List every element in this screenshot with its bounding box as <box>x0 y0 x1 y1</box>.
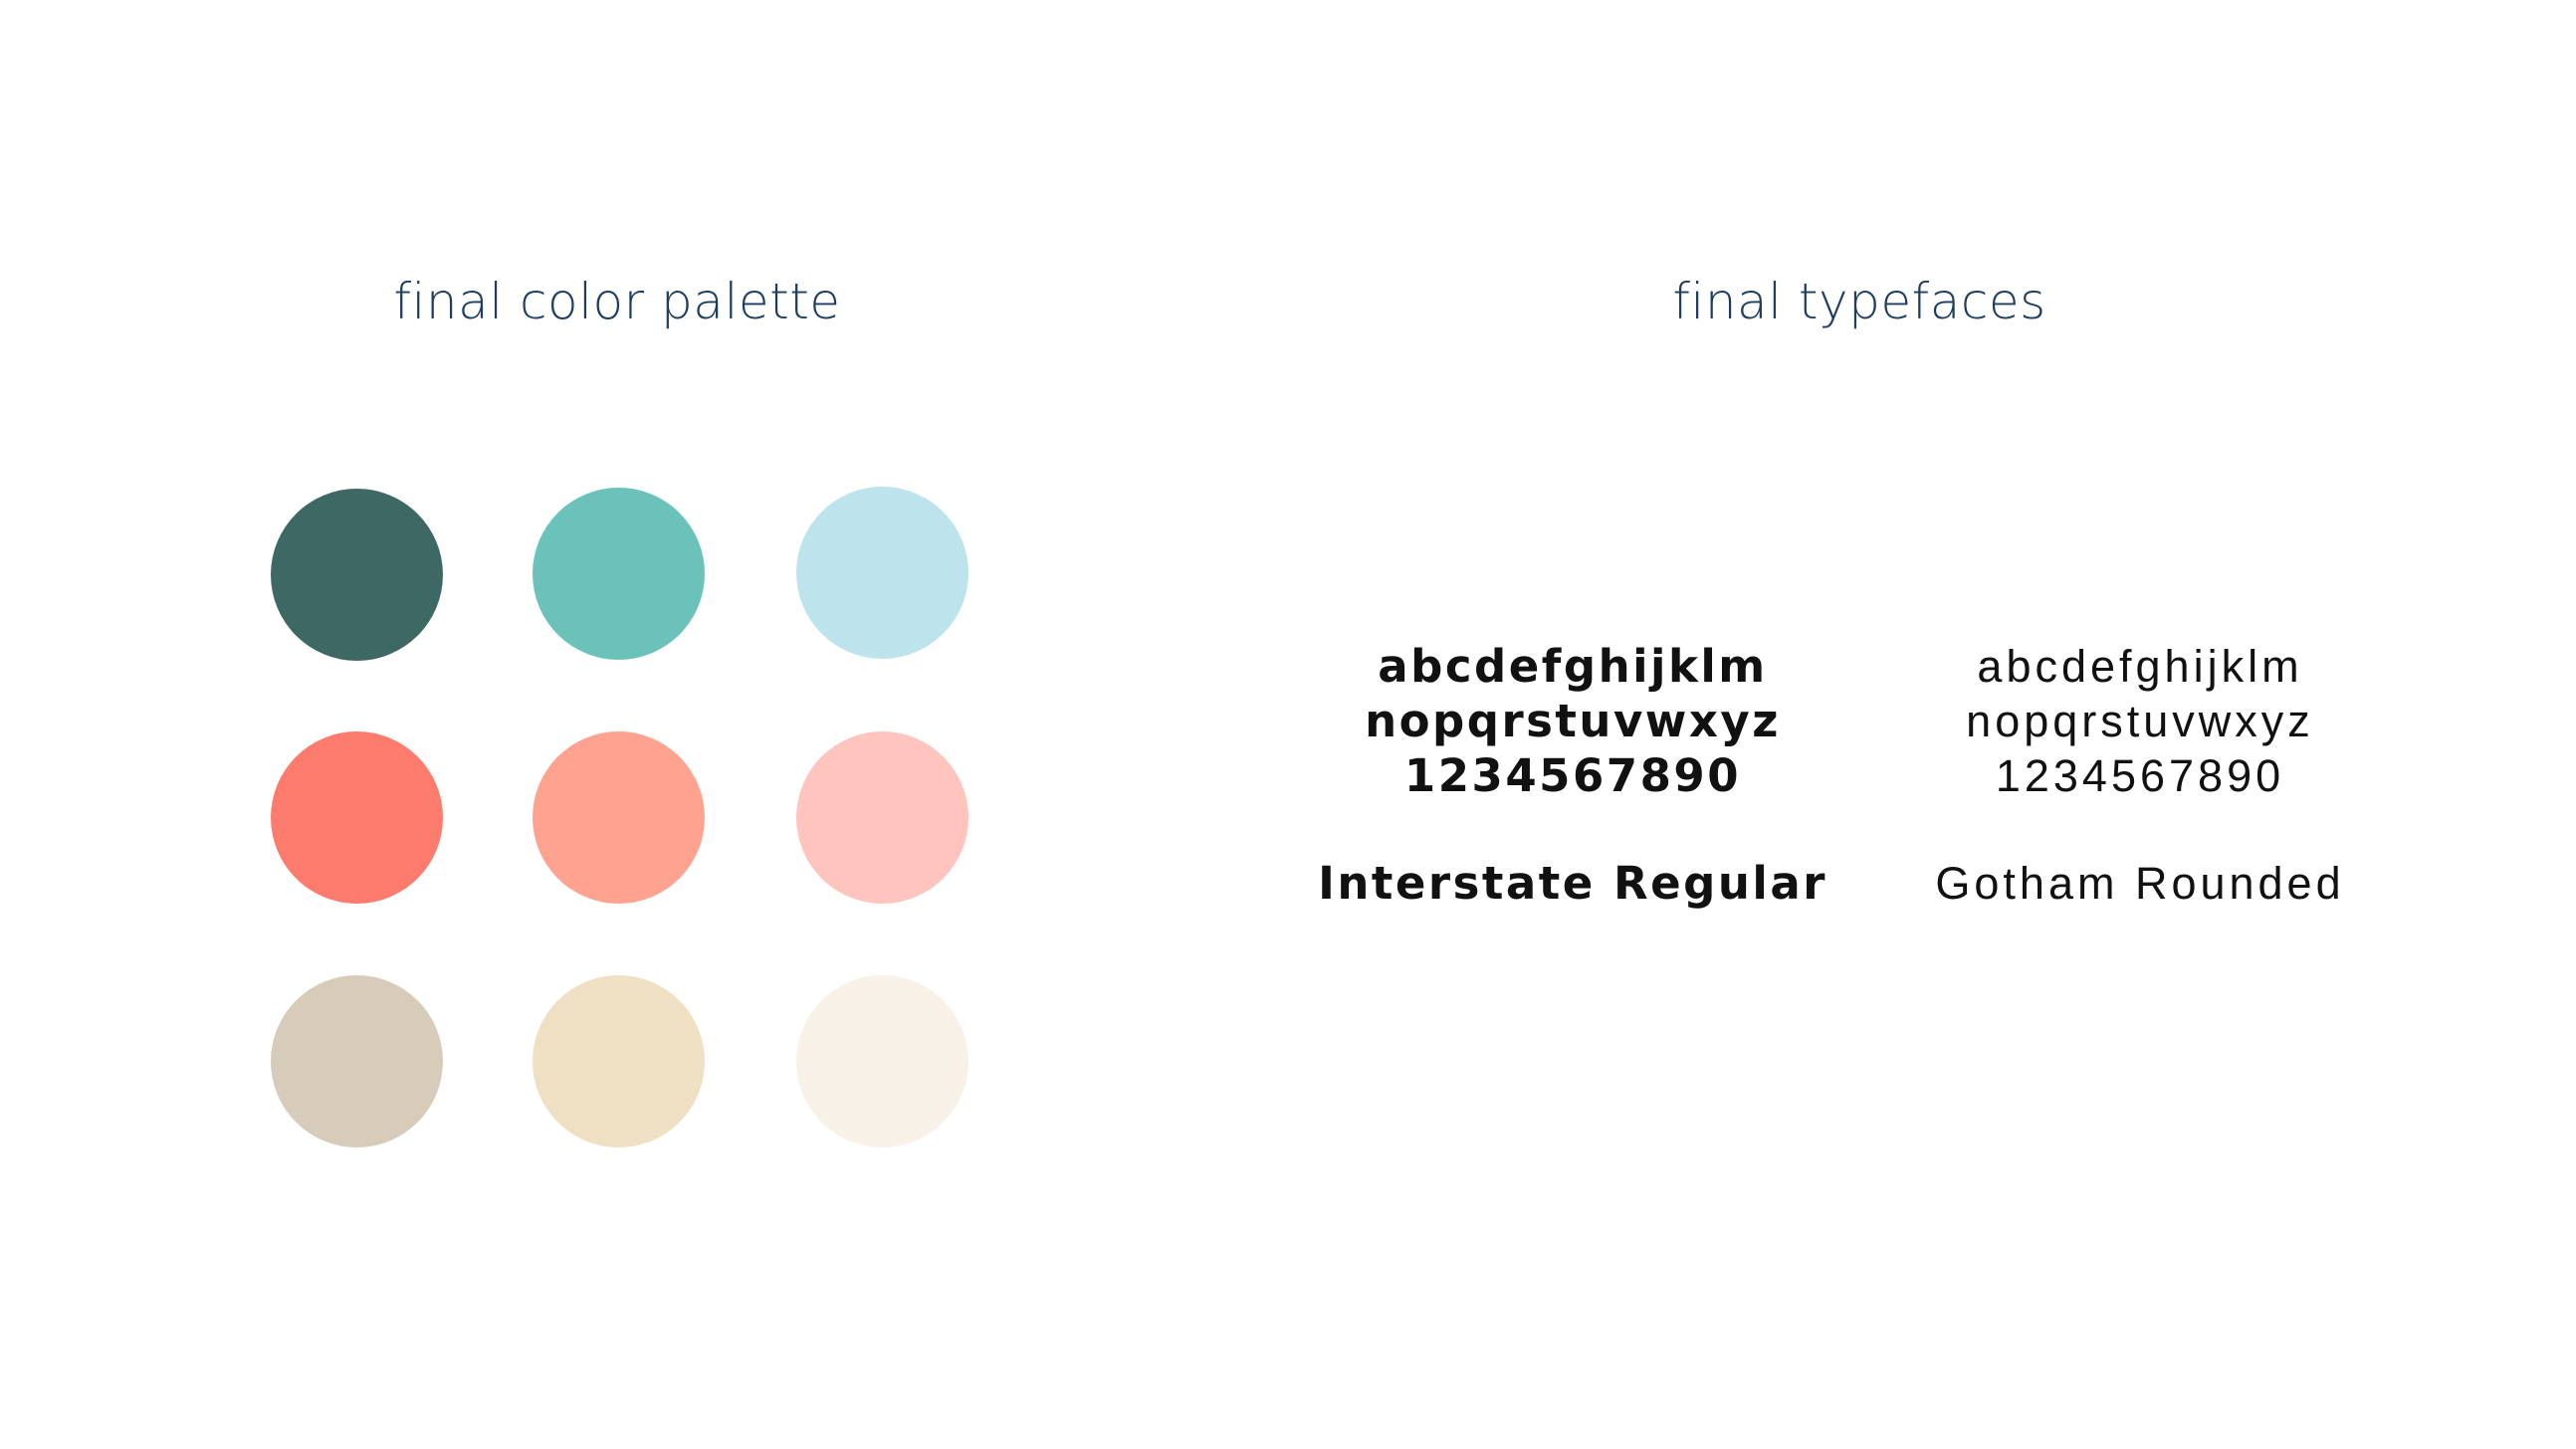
specimen-lowercase-2: nopqrstuvwxyz <box>1966 696 2314 746</box>
swatch-coral <box>271 731 443 904</box>
specimen-lowercase-2: nopqrstuvwxyz <box>1365 695 1781 747</box>
specimen-lowercase-1: abcdefghijklm <box>1977 641 2303 692</box>
specimen-numerals: 1234567890 <box>1403 749 1742 802</box>
swatch-cream <box>796 975 968 1147</box>
typeface-specimen-interstate: abcdefghijklm nopqrstuvwxyz 1234567890 I… <box>1318 639 1827 911</box>
color-palette-grid <box>269 487 970 1148</box>
swatch-light-blue <box>796 487 968 659</box>
typeface-name: Gotham Rounded <box>1935 858 2345 909</box>
specimen-lowercase-1: abcdefghijklm <box>1378 640 1768 693</box>
swatch-teal <box>533 488 705 660</box>
specimen-numerals: 1234567890 <box>1995 750 2285 801</box>
typefaces-title: final typefaces <box>1672 273 2046 330</box>
typeface-specimen-gotham: abcdefghijklm nopqrstuvwxyz 1234567890 G… <box>1935 639 2344 911</box>
swatch-dark-teal <box>271 489 443 661</box>
color-palette-title: final color palette <box>393 273 841 330</box>
swatch-sand <box>533 975 705 1147</box>
swatch-light-pink <box>796 731 968 904</box>
swatch-warm-gray <box>271 975 443 1147</box>
swatch-salmon <box>533 731 705 904</box>
typeface-name: Interstate Regular <box>1318 857 1827 910</box>
